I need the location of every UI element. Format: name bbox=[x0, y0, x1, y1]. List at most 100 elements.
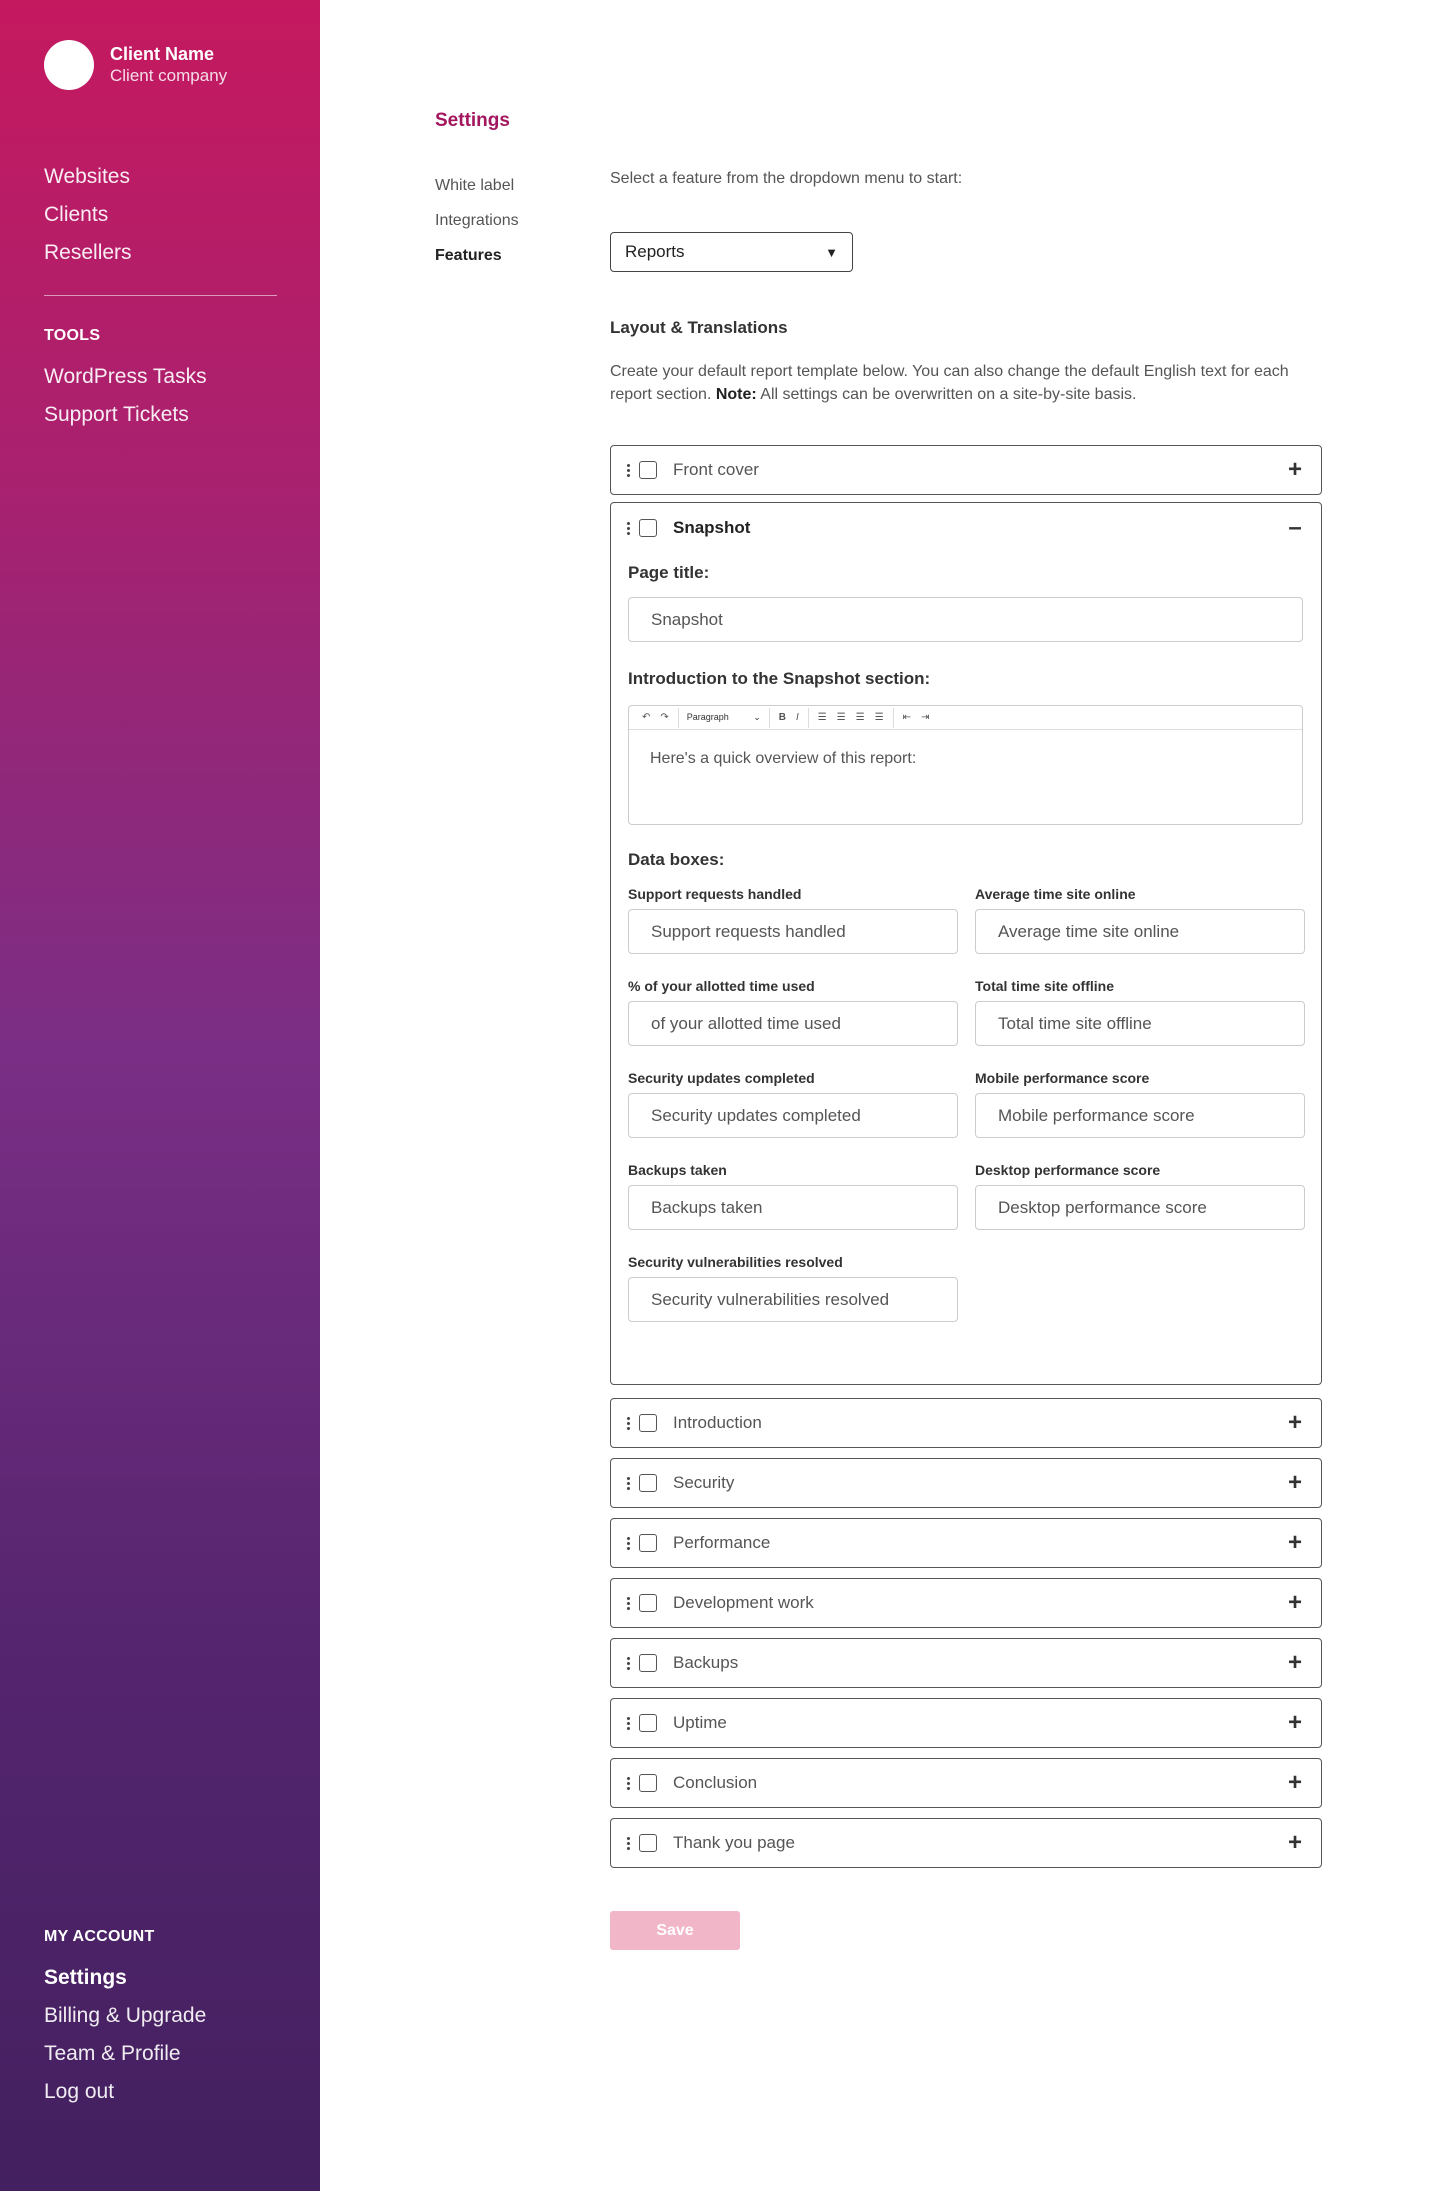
section-checkbox[interactable] bbox=[639, 1534, 657, 1552]
collapse-icon[interactable]: – bbox=[1283, 514, 1307, 542]
align-right-icon[interactable]: ☰ bbox=[851, 712, 870, 723]
align-center-icon[interactable]: ☰ bbox=[832, 712, 851, 723]
expand-icon[interactable]: + bbox=[1283, 1589, 1307, 1617]
data-box-input[interactable]: Backups taken bbox=[628, 1185, 958, 1230]
italic-icon[interactable]: I bbox=[791, 712, 804, 723]
bold-icon[interactable]: B bbox=[774, 712, 791, 723]
expand-icon[interactable]: + bbox=[1283, 1469, 1307, 1497]
section-header[interactable]: Uptime + bbox=[611, 1699, 1321, 1747]
drag-handle-icon[interactable] bbox=[625, 1656, 631, 1670]
section-security: Security + bbox=[610, 1458, 1322, 1508]
section-checkbox[interactable] bbox=[639, 461, 657, 479]
data-box: Security vulnerabilities resolved Securi… bbox=[628, 1253, 958, 1345]
section-header[interactable]: Security + bbox=[611, 1459, 1321, 1507]
section-checkbox[interactable] bbox=[639, 1834, 657, 1852]
nav-item-wordpress-tasks[interactable]: WordPress Tasks bbox=[44, 358, 207, 396]
align-justify-icon[interactable]: ☰ bbox=[870, 712, 889, 723]
data-box-input[interactable]: Security updates completed bbox=[628, 1093, 958, 1138]
page-title-label: Page title: bbox=[628, 563, 710, 582]
align-left-icon[interactable]: ☰ bbox=[813, 712, 832, 723]
save-button[interactable]: Save bbox=[610, 1911, 740, 1950]
section-header[interactable]: Backups + bbox=[611, 1639, 1321, 1687]
data-box-input[interactable]: Security vulnerabilities resolved bbox=[628, 1277, 958, 1322]
account-heading: MY ACCOUNT bbox=[44, 1928, 155, 1945]
nav-item-support-tickets[interactable]: Support Tickets bbox=[44, 396, 207, 434]
data-box: Desktop performance score Desktop perfor… bbox=[975, 1161, 1305, 1253]
section-header[interactable]: Conclusion + bbox=[611, 1759, 1321, 1807]
nav-item-websites[interactable]: Websites bbox=[44, 158, 132, 196]
expand-icon[interactable]: + bbox=[1283, 1769, 1307, 1797]
data-box: Average time site online Average time si… bbox=[975, 885, 1305, 977]
subnav-white-label[interactable]: White label bbox=[435, 168, 519, 203]
data-box-label: Desktop performance score bbox=[975, 1162, 1161, 1178]
section-header[interactable]: Snapshot – bbox=[611, 503, 1321, 553]
redo-icon[interactable]: ↷ bbox=[655, 712, 673, 723]
drag-handle-icon[interactable] bbox=[625, 1716, 631, 1730]
section-checkbox[interactable] bbox=[639, 1474, 657, 1492]
nav-item-billing[interactable]: Billing & Upgrade bbox=[44, 1997, 206, 2035]
section-checkbox[interactable] bbox=[639, 1714, 657, 1732]
drag-handle-icon[interactable] bbox=[625, 1476, 631, 1490]
undo-icon[interactable]: ↶ bbox=[637, 712, 655, 723]
client-info[interactable]: Client Name Client company bbox=[44, 40, 227, 90]
nav-item-resellers[interactable]: Resellers bbox=[44, 234, 132, 272]
drag-handle-icon[interactable] bbox=[625, 1776, 631, 1790]
data-boxes-label: Data boxes: bbox=[628, 850, 725, 869]
nav-item-clients[interactable]: Clients bbox=[44, 196, 132, 234]
section-title: Conclusion bbox=[673, 1773, 758, 1792]
section-checkbox[interactable] bbox=[639, 519, 657, 537]
desc-suffix: All settings can be overwritten on a sit… bbox=[760, 386, 1137, 403]
subnav-features[interactable]: Features bbox=[435, 238, 519, 273]
section-checkbox[interactable] bbox=[639, 1594, 657, 1612]
drag-handle-icon[interactable] bbox=[625, 1836, 631, 1850]
expand-icon[interactable]: + bbox=[1283, 456, 1307, 484]
drag-handle-icon[interactable] bbox=[625, 1416, 631, 1430]
intro-editor[interactable]: ↶ ↷ Paragraph⌄ B I ☰ ☰ ☰ ☰ ⇤ ⇥ Here's a bbox=[628, 705, 1303, 825]
data-box-input[interactable]: of your allotted time used bbox=[628, 1001, 958, 1046]
outdent-icon[interactable]: ⇤ bbox=[898, 712, 916, 723]
data-box-label: Total time site offline bbox=[975, 978, 1114, 994]
data-box: % of your allotted time used of your all… bbox=[628, 977, 958, 1069]
settings-subnav: White label Integrations Features bbox=[435, 168, 519, 273]
indent-icon[interactable]: ⇥ bbox=[916, 712, 934, 723]
drag-handle-icon[interactable] bbox=[625, 1596, 631, 1610]
section-header[interactable]: Performance + bbox=[611, 1519, 1321, 1567]
drag-handle-icon[interactable] bbox=[625, 1536, 631, 1550]
drag-handle-icon[interactable] bbox=[625, 463, 631, 477]
expand-icon[interactable]: + bbox=[1283, 1829, 1307, 1857]
data-box-input[interactable]: Mobile performance score bbox=[975, 1093, 1305, 1138]
drag-handle-icon[interactable] bbox=[625, 521, 631, 535]
data-box: Security updates completed Security upda… bbox=[628, 1069, 958, 1161]
section-thank-you-page: Thank you page + bbox=[610, 1818, 1322, 1868]
section-checkbox[interactable] bbox=[639, 1654, 657, 1672]
feature-select[interactable]: Reports ▼ bbox=[610, 232, 853, 272]
subnav-integrations[interactable]: Integrations bbox=[435, 203, 519, 238]
expand-icon[interactable]: + bbox=[1283, 1409, 1307, 1437]
client-company: Client company bbox=[110, 66, 228, 85]
nav-item-logout[interactable]: Log out bbox=[44, 2073, 206, 2111]
layout-title: Layout & Translations bbox=[610, 318, 788, 337]
section-checkbox[interactable] bbox=[639, 1774, 657, 1792]
data-box-label: Average time site online bbox=[975, 886, 1136, 902]
section-checkbox[interactable] bbox=[639, 1414, 657, 1432]
expand-icon[interactable]: + bbox=[1283, 1649, 1307, 1677]
section-header[interactable]: Introduction + bbox=[611, 1399, 1321, 1447]
expand-icon[interactable]: + bbox=[1283, 1709, 1307, 1737]
nav-item-team-profile[interactable]: Team & Profile bbox=[44, 2035, 206, 2073]
features-content: Select a feature from the dropdown menu … bbox=[610, 170, 1322, 1868]
section-performance: Performance + bbox=[610, 1518, 1322, 1568]
data-box-input[interactable]: Support requests handled bbox=[628, 909, 958, 954]
expand-icon[interactable]: + bbox=[1283, 1529, 1307, 1557]
tools-nav: WordPress Tasks Support Tickets bbox=[44, 358, 207, 434]
data-box-input[interactable]: Desktop performance score bbox=[975, 1185, 1305, 1230]
format-select[interactable]: Paragraph ⌄ bbox=[683, 712, 765, 723]
section-title: Performance bbox=[673, 1533, 771, 1552]
section-introduction: Introduction + bbox=[610, 1398, 1322, 1448]
nav-item-settings[interactable]: Settings bbox=[44, 1959, 206, 1997]
section-header[interactable]: Front cover + bbox=[611, 446, 1321, 494]
data-box-input[interactable]: Average time site online bbox=[975, 909, 1305, 954]
section-header[interactable]: Development work + bbox=[611, 1579, 1321, 1627]
data-box-input[interactable]: Total time site offline bbox=[975, 1001, 1305, 1046]
page-title-input[interactable] bbox=[628, 597, 1303, 642]
section-header[interactable]: Thank you page + bbox=[611, 1819, 1321, 1867]
